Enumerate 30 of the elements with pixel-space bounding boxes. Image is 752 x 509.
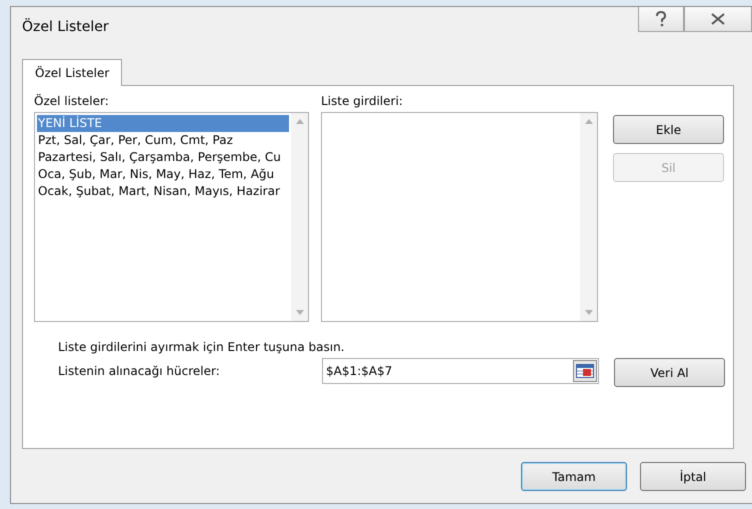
list-item[interactable]: Pzt, Sal, Çar, Per, Cum, Cmt, Paz	[37, 132, 289, 149]
list-label: Özel listeler:	[34, 94, 110, 108]
help-icon	[655, 11, 667, 27]
grid-icon	[576, 364, 594, 378]
scrollbar[interactable]	[291, 113, 308, 321]
help-button[interactable]	[638, 7, 684, 32]
action-button[interactable]: Ekle	[613, 115, 724, 144]
scrollbar[interactable]	[580, 113, 597, 321]
list-label: Liste girdileri:	[321, 94, 404, 108]
import-button[interactable]: Veri Al	[614, 358, 725, 387]
range-select-button[interactable]	[573, 360, 597, 382]
hint-text: Liste girdilerini ayırmak için Enter tuşuna basın.	[58, 340, 346, 354]
window-title: Özel Listeler	[22, 19, 109, 35]
tab[interactable]: Özel Listeler	[22, 59, 122, 86]
list-item[interactable]: YENİ LİSTE	[37, 115, 289, 132]
import-label: Listenin alınacağı hücreler:	[58, 364, 221, 378]
dialog-button[interactable]: Tamam	[521, 462, 627, 491]
list-item[interactable]: Ocak, Şubat, Mart, Nisan, Mayıs, Hazirar	[37, 183, 289, 200]
scroll-down-icon[interactable]	[296, 310, 304, 315]
close-icon	[711, 13, 725, 25]
list-item[interactable]: Oca, Şub, Mar, Nis, May, Haz, Tem, Ağu	[37, 166, 289, 183]
close-button[interactable]	[684, 7, 752, 32]
dialog-button[interactable]: İptal	[640, 462, 746, 491]
scroll-up-icon[interactable]	[584, 119, 592, 124]
custom-lists-listbox[interactable]: YENİ LİSTE Pzt, Sal, Çar, Per, Cum, Cmt, Paz Pazartesi, Salı, Çarşamba, Perşembe, Cu Oca, Şub, Mar, Nis, May, Haz, Tem, Ağu Ocak, Şubat, Mart, Nisan, Mayıs, Hazirar	[34, 112, 309, 322]
range-input[interactable]: $A$1:$A$7	[322, 358, 599, 384]
scroll-down-icon[interactable]	[584, 310, 592, 315]
list-entries-box[interactable]	[321, 112, 598, 322]
scroll-up-icon[interactable]	[296, 119, 304, 124]
list-item[interactable]: Pazartesi, Salı, Çarşamba, Perşembe, Cu	[37, 149, 289, 166]
